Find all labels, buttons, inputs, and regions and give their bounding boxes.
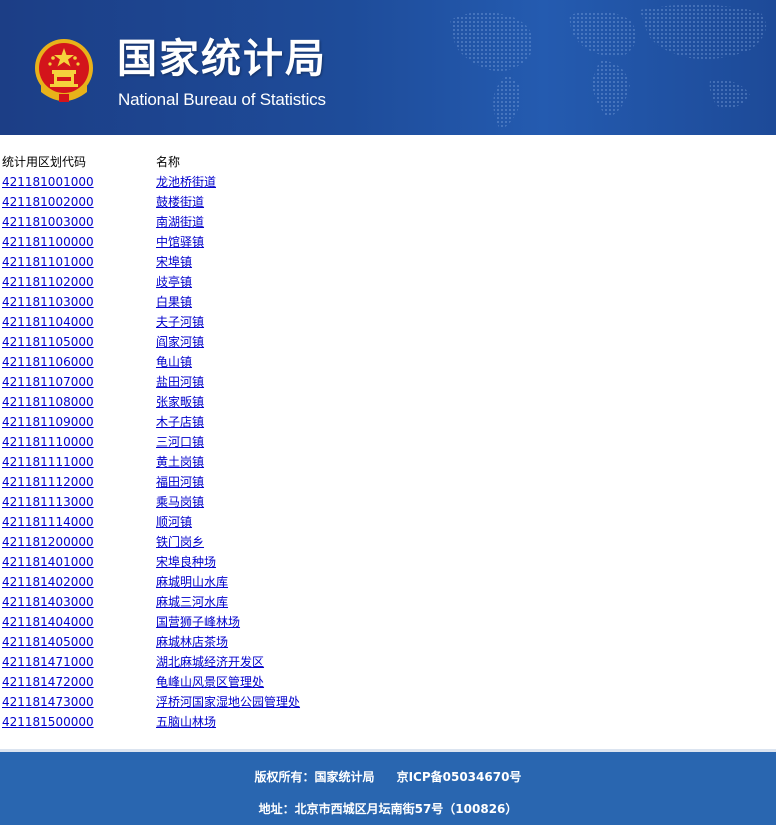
- division-name-link[interactable]: 龟峰山风景区管理处: [156, 672, 264, 692]
- site-footer: 版权所有：国家统计局 京ICP备05034670号 地址：北京市西城区月坛南街57…: [0, 752, 776, 825]
- division-name-link[interactable]: 白果镇: [156, 292, 192, 312]
- division-code-link[interactable]: 421181402000: [2, 572, 94, 592]
- division-name-link[interactable]: 阎家河镇: [156, 332, 204, 352]
- division-code-link[interactable]: 421181002000: [2, 192, 94, 212]
- code-column-header: 统计用区划代码: [2, 155, 87, 169]
- division-code-link[interactable]: 421181403000: [2, 592, 94, 612]
- division-code-link[interactable]: 421181101000: [2, 252, 94, 272]
- division-name-link[interactable]: 湖北麻城经济开发区: [156, 652, 264, 672]
- name-column-header: 名称: [156, 155, 181, 169]
- division-code-link[interactable]: 421181500000: [2, 712, 94, 732]
- division-name-link[interactable]: 夫子河镇: [156, 312, 204, 332]
- division-name-link[interactable]: 麻城明山水库: [156, 572, 228, 592]
- division-name-link[interactable]: 麻城林店茶场: [156, 632, 228, 652]
- division-code-link[interactable]: 421181112000: [2, 472, 94, 492]
- division-name-link[interactable]: 乘马岗镇: [156, 492, 204, 512]
- division-code-link[interactable]: 421181111000: [2, 452, 94, 472]
- footer-address: 地址：北京市西城区月坛南街57号（100826）: [258, 802, 518, 816]
- division-code-link[interactable]: 421181471000: [2, 652, 94, 672]
- division-name-link[interactable]: 宋埠良种场: [156, 552, 216, 572]
- division-code-link[interactable]: 421181106000: [2, 352, 94, 372]
- division-name-link[interactable]: 歧亭镇: [156, 272, 192, 292]
- division-name-link[interactable]: 顺河镇: [156, 512, 192, 532]
- division-name-link[interactable]: 五脑山林场: [156, 712, 216, 732]
- division-name-link[interactable]: 南湖街道: [156, 212, 204, 232]
- division-name-link[interactable]: 麻城三河水库: [156, 592, 228, 612]
- division-code-link[interactable]: 421181114000: [2, 512, 94, 532]
- division-name-link[interactable]: 宋埠镇: [156, 252, 192, 272]
- world-map-decoration: [450, 4, 767, 130]
- division-code-link[interactable]: 421181103000: [2, 292, 94, 312]
- national-emblem-icon: [35, 39, 93, 102]
- division-name-link[interactable]: 铁门岗乡: [156, 532, 204, 552]
- division-name-link[interactable]: 中馆驿镇: [156, 232, 204, 252]
- site-title-chinese: 国家统计局: [117, 36, 327, 82]
- division-name-link[interactable]: 龟山镇: [156, 352, 192, 372]
- division-name-link[interactable]: 三河口镇: [156, 432, 204, 452]
- division-code-link[interactable]: 421181472000: [2, 672, 94, 692]
- division-name-link[interactable]: 浮桥河国家湿地公园管理处: [156, 692, 300, 712]
- division-code-link[interactable]: 421181001000: [2, 172, 94, 192]
- division-code-link[interactable]: 421181105000: [2, 332, 94, 352]
- division-code-link[interactable]: 421181109000: [2, 412, 94, 432]
- division-name-link[interactable]: 张家畈镇: [156, 392, 204, 412]
- division-code-link[interactable]: 421181113000: [2, 492, 94, 512]
- division-name-link[interactable]: 黄土岗镇: [156, 452, 204, 472]
- division-code-link[interactable]: 421181404000: [2, 612, 94, 632]
- footer-copyright-line: 版权所有：国家统计局 京ICP备05034670号: [0, 769, 776, 785]
- division-code-link[interactable]: 421181110000: [2, 432, 94, 452]
- division-name-link[interactable]: 福田河镇: [156, 472, 204, 492]
- division-code-link[interactable]: 421181107000: [2, 372, 94, 392]
- division-code-link[interactable]: 421181200000: [2, 532, 94, 552]
- icp-text: 京ICP备05034670号: [396, 770, 522, 784]
- division-name-link[interactable]: 国营狮子峰林场: [156, 612, 240, 632]
- division-name-link[interactable]: 鼓楼街道: [156, 192, 204, 212]
- division-code-link[interactable]: 421181102000: [2, 272, 94, 292]
- division-code-link[interactable]: 421181003000: [2, 212, 94, 232]
- copyright-text: 版权所有：国家统计局: [254, 770, 375, 784]
- division-code-link[interactable]: 421181473000: [2, 692, 94, 712]
- division-name-link[interactable]: 盐田河镇: [156, 372, 204, 392]
- division-code-link[interactable]: 421181401000: [2, 552, 94, 572]
- division-code-link[interactable]: 421181108000: [2, 392, 94, 412]
- division-name-link[interactable]: 木子店镇: [156, 412, 204, 432]
- site-title-english: National Bureau of Statistics: [118, 90, 326, 109]
- division-code-link[interactable]: 421181104000: [2, 312, 94, 332]
- division-code-link[interactable]: 421181405000: [2, 632, 94, 652]
- division-code-link[interactable]: 421181100000: [2, 232, 94, 252]
- division-name-link[interactable]: 龙池桥街道: [156, 172, 216, 192]
- site-header: 国家统计局 National Bureau of Statistics: [0, 0, 776, 135]
